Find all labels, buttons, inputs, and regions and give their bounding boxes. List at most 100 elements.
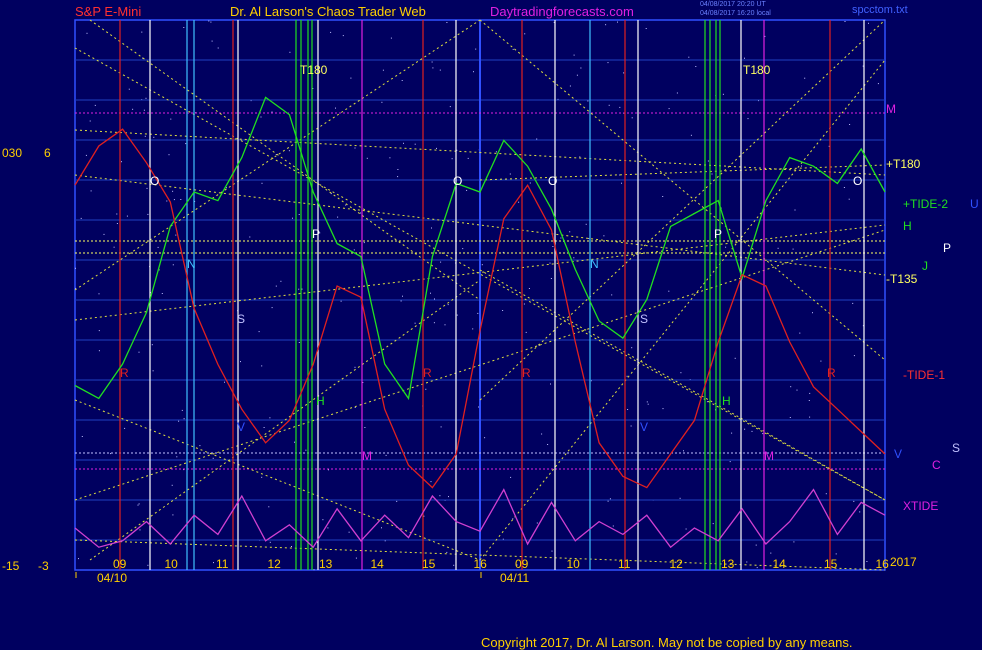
- star-dot: [335, 107, 336, 109]
- star-dot: [812, 312, 813, 314]
- day-marker-label: T180: [743, 63, 771, 77]
- star-dot: [762, 433, 764, 435]
- star-dot: [80, 217, 82, 219]
- day-marker-label: O: [548, 174, 557, 188]
- star-dot: [403, 142, 404, 144]
- site-url[interactable]: Daytradingforecasts.com: [490, 4, 634, 19]
- star-dot: [579, 156, 581, 158]
- day-marker-label: H: [722, 394, 731, 408]
- star-dot: [631, 117, 633, 119]
- day-marker-label: T180: [300, 63, 328, 77]
- star-dot: [712, 523, 714, 525]
- star-dot: [746, 561, 748, 563]
- star-dot: [877, 83, 879, 85]
- star-dot: [518, 201, 520, 203]
- star-dot: [794, 209, 796, 211]
- star-dot: [363, 242, 365, 244]
- star-dot: [770, 552, 772, 554]
- star-dot: [168, 154, 170, 156]
- star-dot: [462, 248, 464, 250]
- star-dot: [853, 500, 855, 502]
- hour-label: 12: [670, 557, 684, 571]
- star-dot: [199, 445, 201, 447]
- date-label: 04/11: [500, 571, 529, 585]
- star-dot: [695, 66, 697, 67]
- star-dot: [305, 449, 307, 451]
- forecast-chart: T180 T180 O O O O N N S S P P H H R R R R V V M M 09 10 11 12 13 14…: [74, 19, 890, 585]
- star-dot: [153, 136, 155, 138]
- star-dot: [145, 97, 147, 99]
- day-marker-label: S: [640, 312, 648, 326]
- star-dot: [381, 101, 383, 103]
- star-dot: [688, 56, 690, 58]
- star-dot: [825, 493, 827, 495]
- star-dot: [152, 370, 154, 372]
- star-dot: [359, 212, 361, 214]
- star-dot: [126, 215, 128, 217]
- star-dot: [466, 189, 468, 191]
- star-dot: [645, 28, 647, 29]
- star-dot: [619, 106, 621, 108]
- star-dot: [472, 328, 474, 330]
- star-dot: [138, 351, 140, 353]
- star-dot: [390, 37, 392, 39]
- star-dot: [844, 21, 846, 22]
- star-dot: [547, 444, 549, 445]
- hour-label: 11: [618, 557, 631, 571]
- star-dot: [225, 187, 227, 189]
- star-dot: [550, 278, 552, 279]
- star-dot: [180, 199, 182, 200]
- day-marker-label: N: [187, 257, 196, 271]
- star-dot: [172, 264, 174, 266]
- star-dot: [350, 77, 352, 79]
- day-marker-label: H: [316, 394, 325, 408]
- star-dot: [211, 40, 213, 42]
- star-dot: [436, 147, 437, 149]
- star-dot: [580, 67, 582, 69]
- star-dot: [796, 389, 798, 391]
- star-dot: [298, 288, 300, 290]
- star-dot: [298, 342, 300, 343]
- star-dot: [623, 72, 625, 74]
- day-marker-label: O: [453, 174, 462, 188]
- star-dot: [280, 280, 282, 282]
- hour-label: 09: [515, 557, 529, 571]
- star-dot: [612, 525, 614, 527]
- hour-label: 09: [113, 557, 127, 571]
- star-dot: [440, 261, 442, 263]
- star-dot: [607, 62, 609, 64]
- star-dot: [573, 54, 575, 56]
- star-dot: [541, 433, 543, 435]
- star-dot: [790, 386, 792, 388]
- star-dot: [734, 357, 736, 359]
- star-dot: [529, 182, 531, 184]
- star-dot: [78, 558, 79, 560]
- star-dot: [269, 541, 271, 543]
- star-dot: [495, 151, 497, 153]
- star-dot: [366, 157, 368, 159]
- star-dot: [430, 481, 432, 483]
- star-dot: [342, 35, 344, 37]
- star-dot: [146, 187, 148, 189]
- forecast-diagonal: [479, 269, 886, 501]
- star-dot: [576, 74, 578, 76]
- hour-label: 16: [876, 557, 890, 571]
- star-dot: [848, 198, 850, 200]
- star-dot: [141, 31, 143, 33]
- star-dot: [178, 420, 180, 422]
- star-dot: [849, 124, 851, 125]
- label-year: 2017: [890, 555, 917, 569]
- star-dot: [755, 544, 757, 546]
- star-dot: [680, 372, 682, 374]
- star-dot: [729, 461, 731, 463]
- star-dot: [89, 120, 91, 122]
- star-dot: [646, 401, 648, 403]
- star-dot: [402, 295, 403, 297]
- star-dot: [569, 231, 571, 233]
- star-dot: [348, 531, 350, 533]
- star-dot: [147, 564, 149, 566]
- label-h: H: [903, 219, 912, 233]
- star-dot: [147, 213, 149, 215]
- star-dot: [611, 294, 613, 296]
- star-dot: [364, 427, 366, 428]
